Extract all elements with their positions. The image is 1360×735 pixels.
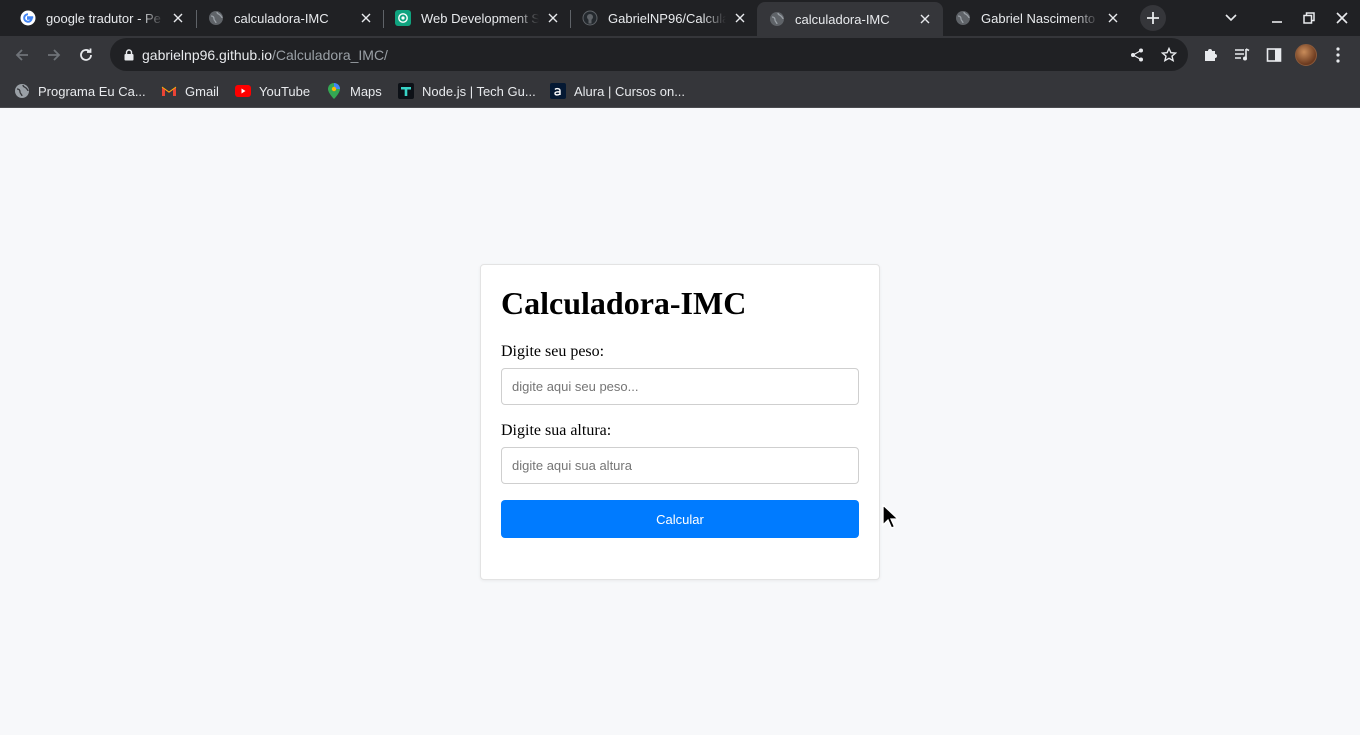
plus-icon (1147, 12, 1159, 24)
lock-icon[interactable] (122, 48, 136, 62)
extensions-puzzle-icon[interactable] (1200, 45, 1220, 65)
star-icon[interactable] (1160, 46, 1178, 64)
back-button[interactable] (8, 41, 36, 69)
side-panel-icon[interactable] (1264, 45, 1284, 65)
tab-strip: google tradutor - Pe calculadora-IMC Web… (0, 0, 1360, 36)
tab-gabriel-nascimento[interactable]: Gabriel Nascimento (943, 2, 1131, 34)
bookmarks-bar: Programa Eu Ca... Gmail YouTube Maps Nod… (0, 73, 1360, 108)
profile-avatar[interactable] (1295, 44, 1317, 66)
page-title: Calculadora-IMC (501, 285, 747, 321)
height-input[interactable] (501, 447, 859, 484)
bookmark-youtube[interactable]: YouTube (235, 81, 310, 101)
bookmark-gmail[interactable]: Gmail (161, 81, 219, 101)
close-window-button[interactable] (1330, 6, 1354, 30)
tab-web-development[interactable]: Web Development S (383, 2, 571, 34)
tab-google-tradutor[interactable]: google tradutor - Pe (8, 2, 196, 34)
close-icon[interactable] (170, 10, 186, 26)
mouse-pointer-icon (882, 504, 900, 529)
tab-calculadora-imc[interactable]: calculadora-IMC (196, 2, 384, 34)
bookmark-label: Alura | Cursos on... (574, 83, 686, 99)
arrow-right-icon (48, 49, 61, 61)
reload-button[interactable] (72, 41, 100, 69)
tab-title: Gabriel Nascimento (981, 10, 1096, 26)
share-icon[interactable] (1128, 46, 1146, 64)
globe-icon (14, 83, 30, 99)
reload-icon (80, 48, 92, 61)
new-tab-button[interactable] (1140, 5, 1166, 31)
techguide-icon (398, 83, 414, 99)
bookmark-programa-eu-capacito[interactable]: Programa Eu Ca... (14, 81, 146, 101)
youtube-icon (235, 83, 251, 99)
chevron-down-icon (1225, 14, 1237, 22)
globe-icon (955, 10, 971, 26)
maps-icon (326, 83, 342, 99)
weight-input[interactable] (501, 368, 859, 405)
close-icon[interactable] (545, 10, 561, 26)
tab-github-repo[interactable]: GabrielNP96/Calcula (570, 2, 758, 34)
bookmark-label: Node.js | Tech Gu... (422, 83, 536, 99)
restore-icon (1303, 12, 1315, 24)
url-path: /Calculadora_IMC/ (272, 46, 388, 63)
tab-calculadora-imc-active[interactable]: calculadora-IMC (757, 2, 943, 36)
url-host: gabrielnp96.github.io (142, 46, 272, 63)
google-g-icon (20, 10, 36, 26)
tab-title: calculadora-IMC (795, 11, 890, 27)
weight-label: Digite seu peso: (501, 343, 605, 360)
close-icon[interactable] (732, 10, 748, 26)
browser-toolbar: gabrielnp96.github.io/Calculadora_IMC/ (0, 36, 1360, 73)
tab-title: calculadora-IMC (234, 10, 329, 26)
calculate-button[interactable]: Calcular (501, 500, 859, 538)
forward-button[interactable] (40, 41, 68, 69)
tab-title: google tradutor - Pe (46, 10, 161, 26)
tab-search-button[interactable] (1219, 6, 1243, 30)
github-icon (582, 10, 598, 26)
page-viewport: Calculadora-IMC Digite seu peso: Digite … (0, 109, 1360, 735)
minimize-button[interactable] (1265, 6, 1289, 30)
close-icon[interactable] (1105, 10, 1121, 26)
minimize-icon (1272, 21, 1282, 23)
menu-kebab-icon[interactable] (1328, 45, 1348, 65)
bookmark-nodejs-tech-guide[interactable]: Node.js | Tech Gu... (398, 81, 536, 101)
tab-title: GabrielNP96/Calcula (608, 10, 726, 26)
bookmark-label: Programa Eu Ca... (38, 83, 146, 99)
bookmark-label: Gmail (185, 83, 219, 99)
globe-icon (208, 10, 224, 26)
address-bar[interactable]: gabrielnp96.github.io/Calculadora_IMC/ (110, 38, 1188, 71)
alura-icon (550, 83, 566, 99)
bmi-calculator-card: Calculadora-IMC Digite seu peso: Digite … (480, 264, 880, 580)
bookmark-alura[interactable]: Alura | Cursos on... (550, 81, 685, 101)
url-text: gabrielnp96.github.io/Calculadora_IMC/ (142, 47, 388, 63)
bookmark-maps[interactable]: Maps (326, 81, 382, 101)
media-control-icon[interactable] (1232, 45, 1252, 65)
restore-button[interactable] (1297, 6, 1321, 30)
close-icon[interactable] (917, 11, 933, 27)
tab-title: Web Development S (421, 10, 539, 26)
close-icon[interactable] (358, 10, 374, 26)
bookmark-label: Maps (350, 83, 382, 99)
arrow-left-icon (15, 49, 28, 61)
close-icon (1336, 12, 1348, 24)
height-label: Digite sua altura: (501, 422, 612, 439)
gmail-icon (161, 83, 177, 99)
openai-icon (395, 10, 411, 26)
globe-icon (769, 11, 785, 27)
bookmark-label: YouTube (259, 83, 311, 99)
